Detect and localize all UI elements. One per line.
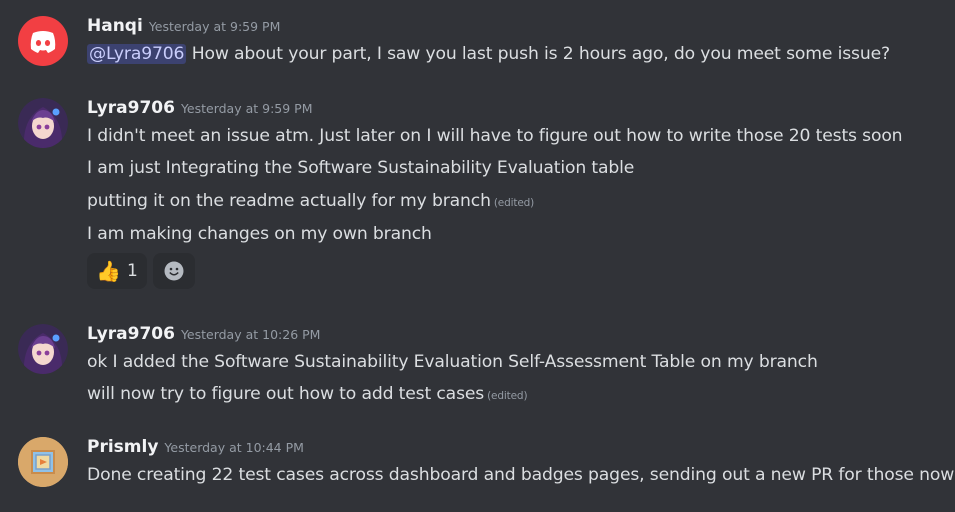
mention-lyra9706[interactable]: @Lyra9706 (87, 44, 187, 64)
message-text: I am making changes on my own branch (87, 224, 432, 244)
reaction-thumbs-up[interactable]: 👍 1 (87, 253, 147, 289)
thumbs-up-icon: 👍 (96, 259, 122, 283)
message-text: Done creating 22 test cases across dashb… (87, 465, 955, 485)
avatar-hanqi[interactable] (18, 16, 68, 66)
avatar-lyra9706[interactable] (18, 324, 68, 374)
avatar-prismly[interactable] (18, 437, 68, 487)
message-text: How about your part, I saw you last push… (191, 44, 890, 64)
username[interactable]: Lyra9706 (87, 324, 175, 344)
discord-logo-icon (30, 31, 56, 53)
edited-label: (edited) (493, 197, 535, 209)
reaction-count: 1 (127, 261, 138, 281)
anime-girl-avatar-icon (18, 98, 68, 148)
message-text: I am just Integrating the Software Susta… (87, 158, 635, 178)
message-line: putting it on the readme actually for my… (87, 191, 534, 211)
message-line: @Lyra9706 How about your part, I saw you… (87, 44, 890, 64)
timestamp[interactable]: Yesterday at 10:44 PM (164, 440, 304, 455)
avatar-lyra9706[interactable] (18, 98, 68, 148)
edited-label: (edited) (487, 390, 528, 402)
username[interactable]: Hanqi (87, 16, 143, 36)
framed-picture-avatar-icon (18, 437, 68, 487)
message-text: will now try to figure out how to add te… (87, 384, 485, 404)
add-reaction-icon (164, 261, 184, 281)
anime-girl-avatar-icon (18, 324, 68, 374)
timestamp[interactable]: Yesterday at 9:59 PM (181, 101, 313, 116)
username[interactable]: Prismly (87, 437, 158, 457)
message-line: will now try to figure out how to add te… (87, 384, 528, 404)
message-text: putting it on the readme actually for my… (87, 191, 491, 211)
timestamp[interactable]: Yesterday at 10:26 PM (181, 327, 321, 342)
add-reaction-button[interactable] (153, 253, 195, 289)
message-text: ok I added the Software Sustainability E… (87, 352, 818, 372)
username[interactable]: Lyra9706 (87, 98, 175, 118)
timestamp[interactable]: Yesterday at 9:59 PM (149, 19, 281, 34)
message-text: I didn't meet an issue atm. Just later o… (87, 126, 903, 146)
